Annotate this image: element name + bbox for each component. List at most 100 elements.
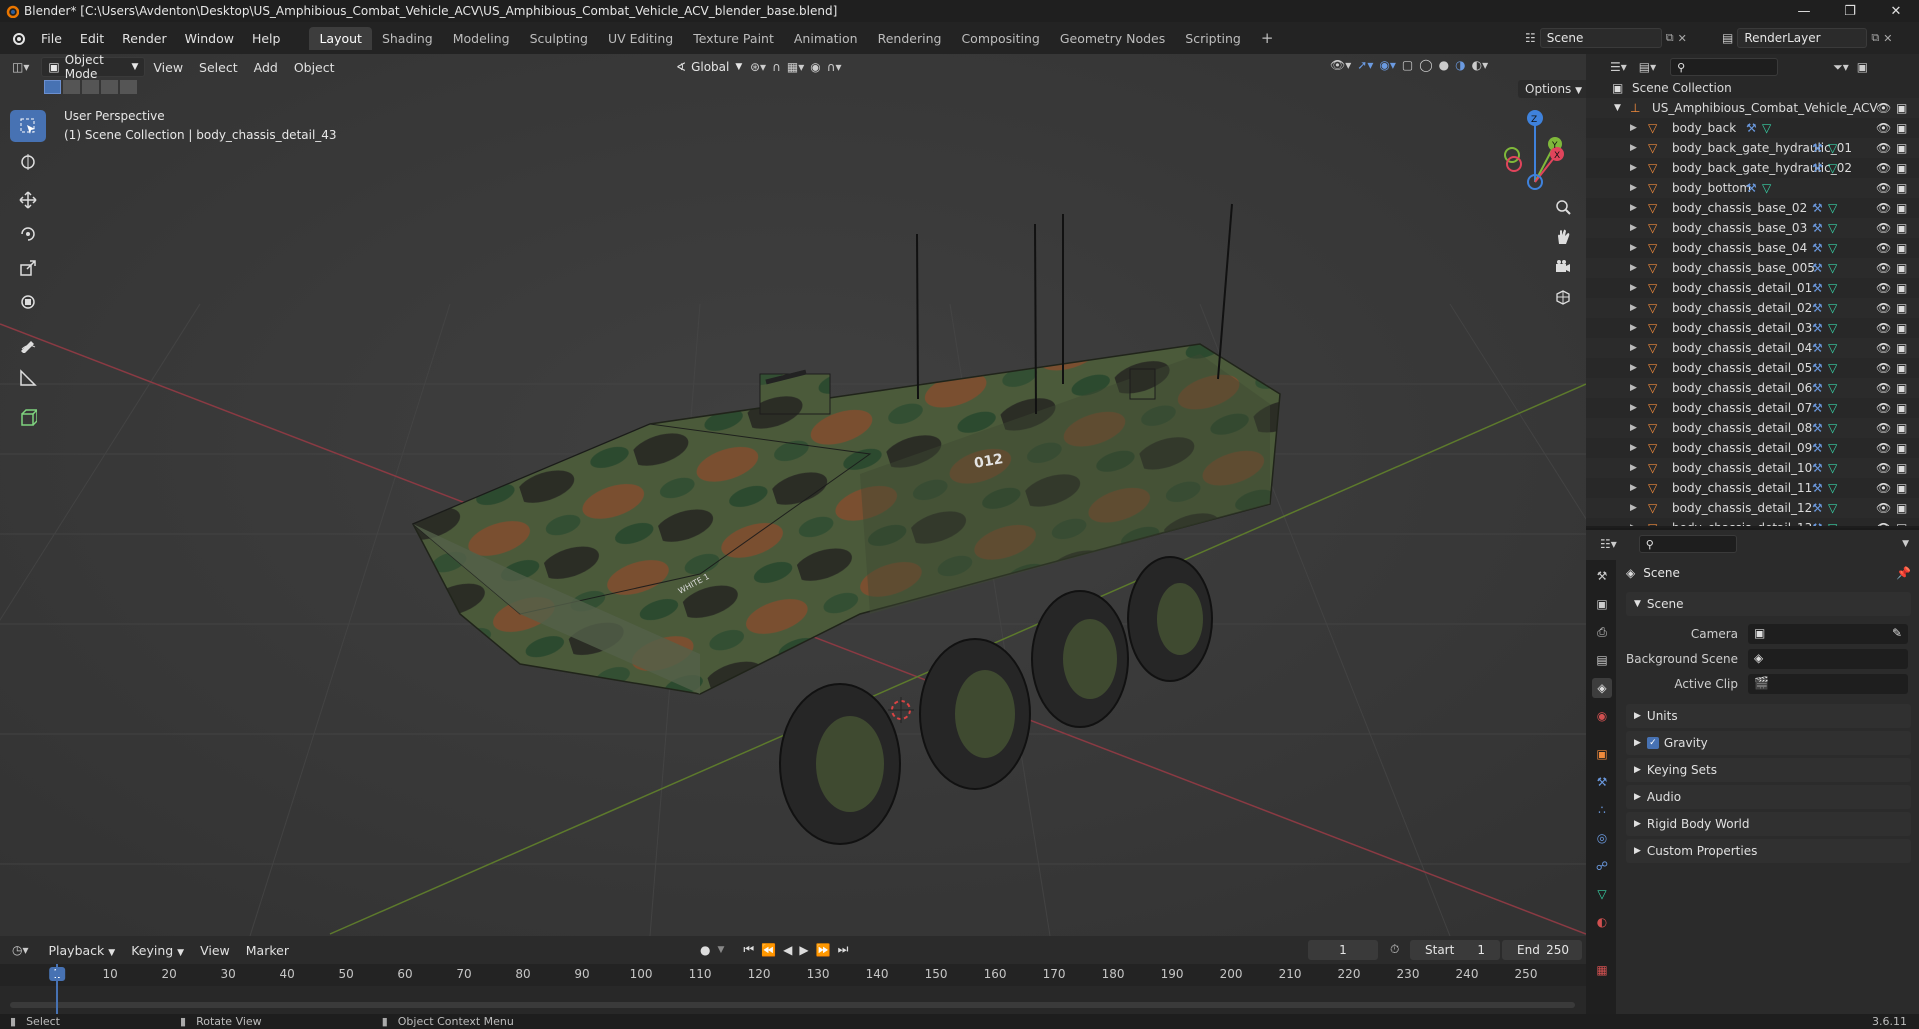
outliner-object-row[interactable]: ▶ ▽ body_chassis_detail_07 ⚒ ▽ 👁 ▣ (1586, 398, 1919, 418)
scene-selector[interactable]: Scene (1539, 28, 1662, 48)
start-frame-field[interactable]: Start 1 (1410, 940, 1500, 960)
scene-delete-icon[interactable]: ✕ (1678, 32, 1687, 45)
outliner-object-row[interactable]: ▶ ▽ body_chassis_detail_02 ⚒ ▽ 👁 ▣ (1586, 298, 1919, 318)
outliner-object-row[interactable]: ▶ ▽ body_chassis_detail_13⚒ ▽ 👁 ▣ (1586, 518, 1919, 526)
select-mode-subtract-icon[interactable] (82, 80, 99, 94)
tool-scale[interactable] (10, 252, 46, 284)
tab-sculpting[interactable]: Sculpting (520, 27, 598, 50)
visibility-eye-icon[interactable]: 👁 (1876, 101, 1891, 115)
end-frame-field[interactable]: End 250 (1502, 940, 1582, 960)
view-layer-tab-icon[interactable]: ▤ (1592, 650, 1612, 670)
outliner-object-row[interactable]: ▶ ▽ body_chassis_detail_06 ⚒ ▽ 👁 ▣ (1586, 378, 1919, 398)
select-mode-intersect-icon[interactable] (120, 80, 137, 94)
outliner-collection-row[interactable]: ▼ ⊥ US_Amphibious_Combat_Vehicle_ACV 👁 ▣ (1586, 98, 1919, 118)
units-panel-header[interactable]: ▶ Units (1626, 704, 1911, 728)
view-layer-selector[interactable]: RenderLayer (1737, 28, 1868, 48)
render-camera-icon[interactable]: ▣ (1896, 161, 1907, 175)
render-camera-icon[interactable]: ▣ (1896, 101, 1907, 115)
select-mode-extend-icon[interactable] (63, 80, 80, 94)
solid-shading-icon[interactable]: ● (1439, 58, 1449, 72)
render-camera-icon[interactable]: ▣ (1896, 141, 1907, 155)
expand-arrow-icon[interactable]: ▶ (1630, 323, 1637, 333)
visibility-eye-icon[interactable]: 👁 (1876, 141, 1891, 155)
proportional-edit-icon[interactable]: ◉ (810, 60, 820, 74)
visibility-eye-icon[interactable]: 👁 (1876, 261, 1891, 275)
scene-panel-header[interactable]: ▼ Scene (1626, 592, 1911, 616)
visibility-icon[interactable]: 👁▾ (1330, 58, 1351, 72)
current-frame-field[interactable]: 1 (1308, 940, 1378, 960)
chevron-down-icon[interactable]: ▼ (717, 945, 724, 955)
editor-type-icon[interactable]: ◫▾ (12, 60, 29, 74)
outliner-object-row[interactable]: ▶ ▽ body_chassis_detail_01 ⚒ ▽ 👁 ▣ (1586, 278, 1919, 298)
menu-help[interactable]: Help (243, 31, 290, 46)
expand-arrow-icon[interactable]: ▶ (1630, 243, 1637, 253)
render-camera-icon[interactable]: ▣ (1896, 201, 1907, 215)
expand-arrow-icon[interactable]: ▶ (1630, 123, 1637, 133)
visibility-eye-icon[interactable]: 👁 (1876, 201, 1891, 215)
view-layer-delete-icon[interactable]: ✕ (1883, 32, 1892, 45)
visibility-eye-icon[interactable]: 👁 (1876, 521, 1891, 526)
menu-keying[interactable]: Keying ▼ (123, 943, 192, 958)
visibility-eye-icon[interactable]: 👁 (1876, 361, 1891, 375)
pan-hand-icon[interactable] (1550, 224, 1576, 250)
outliner-object-row[interactable]: ▶ ▽ body_bottom ⚒ ▽ 👁 ▣ (1586, 178, 1919, 198)
timeline-scrollbar[interactable] (10, 1002, 1575, 1008)
render-camera-icon[interactable]: ▣ (1896, 381, 1907, 395)
expand-arrow-icon[interactable]: ▶ (1630, 383, 1637, 393)
particles-tab-icon[interactable]: ∴ (1592, 800, 1612, 820)
outliner-object-row[interactable]: ▶ ▽ body_chassis_base_005 ⚒ ▽ 👁 ▣ (1586, 258, 1919, 278)
visibility-eye-icon[interactable]: 👁 (1876, 321, 1891, 335)
physics-tab-icon[interactable]: ◎ (1592, 828, 1612, 848)
play-reverse-icon[interactable]: ◀ (783, 943, 792, 957)
world-tab-icon[interactable]: ◉ (1592, 706, 1612, 726)
custom-properties-panel-header[interactable]: ▶ Custom Properties (1626, 839, 1911, 863)
tool-add-cube[interactable] (10, 402, 46, 434)
outliner-object-row[interactable]: ▶ ▽ body_chassis_base_02 ⚒ ▽ 👁 ▣ (1586, 198, 1919, 218)
minimize-icon[interactable]: — (1781, 0, 1827, 22)
menu-view[interactable]: View (145, 60, 191, 75)
material-shading-icon[interactable]: ◑ (1455, 58, 1465, 72)
visibility-eye-icon[interactable]: 👁 (1876, 481, 1891, 495)
tab-rendering[interactable]: Rendering (868, 27, 952, 50)
view-layer-icon[interactable]: ▤ (1722, 31, 1733, 45)
tool-measure[interactable] (10, 362, 46, 394)
select-mode-invert-icon[interactable] (101, 80, 118, 94)
filter-icon[interactable]: ⏷▾ (1833, 60, 1849, 75)
record-icon[interactable]: ● (700, 943, 710, 957)
render-camera-icon[interactable]: ▣ (1896, 421, 1907, 435)
jump-start-icon[interactable]: ⏮ (743, 942, 754, 957)
ortho-grid-icon[interactable] (1550, 284, 1576, 310)
tool-transform[interactable] (10, 286, 46, 318)
visibility-eye-icon[interactable]: 👁 (1876, 241, 1891, 255)
jump-keyframe-forward-icon[interactable]: ⏩ (816, 943, 831, 957)
chevron-down-icon[interactable]: ▼ (1902, 539, 1909, 549)
expand-arrow-icon[interactable]: ▶ (1630, 483, 1637, 493)
scene-new-icon[interactable]: ⧉ (1666, 31, 1674, 45)
outliner-object-row[interactable]: ▶ ▽ body_chassis_base_03 ⚒ ▽ 👁 ▣ (1586, 218, 1919, 238)
render-camera-icon[interactable]: ▣ (1896, 301, 1907, 315)
render-camera-icon[interactable]: ▣ (1896, 341, 1907, 355)
outliner-object-row[interactable]: ▶ ▽ body_chassis_detail_04 ⚒ ▽ 👁 ▣ (1586, 338, 1919, 358)
texture-tab-icon[interactable]: ▦ (1592, 960, 1612, 980)
new-collection-icon[interactable]: ▣ (1857, 60, 1868, 74)
camera-field[interactable]: ▣ ✎ (1748, 624, 1908, 644)
scene-tab-icon[interactable]: ◈ (1592, 678, 1612, 698)
expand-arrow-icon[interactable]: ▶ (1630, 183, 1637, 193)
outliner-object-row[interactable]: ▶ ▽ body_chassis_detail_05 ⚒ ▽ 👁 ▣ (1586, 358, 1919, 378)
active-clip-field[interactable]: 🎬 (1748, 674, 1908, 694)
timeline-track[interactable] (0, 986, 1586, 1014)
visibility-eye-icon[interactable]: 👁 (1876, 381, 1891, 395)
tool-annotate[interactable] (10, 328, 46, 360)
render-camera-icon[interactable]: ▣ (1896, 321, 1907, 335)
visibility-eye-icon[interactable]: 👁 (1876, 181, 1891, 195)
outliner-object-row[interactable]: ▶ ▽ body_chassis_detail_09 ⚒ ▽ 👁 ▣ (1586, 438, 1919, 458)
outliner-object-row[interactable]: ▶ ▽ body_back_gate_hydraulic_02 ⚒ ▽ 👁 ▣ (1586, 158, 1919, 178)
object-tab-icon[interactable]: ▣ (1592, 744, 1612, 764)
visibility-eye-icon[interactable]: 👁 (1876, 441, 1891, 455)
visibility-eye-icon[interactable]: 👁 (1876, 301, 1891, 315)
expand-arrow-icon[interactable]: ▶ (1630, 223, 1637, 233)
render-camera-icon[interactable]: ▣ (1896, 521, 1907, 526)
outliner-object-row[interactable]: ▶ ▽ body_chassis_base_04 ⚒ ▽ 👁 ▣ (1586, 238, 1919, 258)
audio-panel-header[interactable]: ▶ Audio (1626, 785, 1911, 809)
tab-uv-editing[interactable]: UV Editing (598, 27, 683, 50)
